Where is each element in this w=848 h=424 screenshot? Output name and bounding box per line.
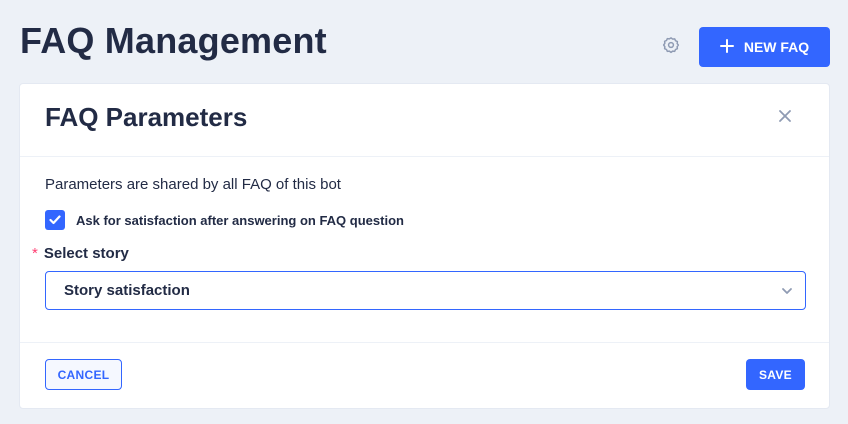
- cancel-button[interactable]: CANCEL: [45, 359, 122, 390]
- select-story-label-text: Select story: [43, 245, 129, 262]
- settings-button[interactable]: [659, 35, 683, 59]
- dialog-body: Parameters are shared by all FAQ of this…: [20, 157, 829, 343]
- page-title: FAQ Management: [20, 20, 327, 61]
- story-select[interactable]: Story satisfaction: [45, 271, 806, 310]
- gear-icon: [662, 36, 680, 59]
- new-faq-label: NEW FAQ: [743, 39, 810, 55]
- close-button[interactable]: [777, 110, 793, 126]
- story-select-value: Story satisfaction: [64, 282, 190, 299]
- dialog-header: FAQ Parameters: [20, 84, 829, 157]
- chevron-down-icon: [781, 282, 793, 300]
- info-text: Parameters are shared by all FAQ of this…: [45, 176, 341, 193]
- select-story-label: * Select story: [32, 245, 129, 262]
- faq-parameters-dialog: FAQ Parameters Parameters are shared by …: [19, 83, 830, 409]
- satisfaction-checkbox-label: Ask for satisfaction after answering on …: [76, 212, 404, 228]
- required-marker: *: [32, 245, 38, 262]
- new-faq-button[interactable]: NEW FAQ: [699, 27, 830, 67]
- plus-icon: [719, 38, 734, 56]
- satisfaction-checkbox-row[interactable]: Ask for satisfaction after answering on …: [45, 210, 404, 230]
- save-button[interactable]: SAVE: [746, 359, 805, 390]
- dialog-title: FAQ Parameters: [45, 102, 248, 132]
- close-icon: [779, 109, 791, 127]
- satisfaction-checkbox[interactable]: [45, 210, 65, 230]
- dialog-footer: CANCEL SAVE: [20, 343, 829, 408]
